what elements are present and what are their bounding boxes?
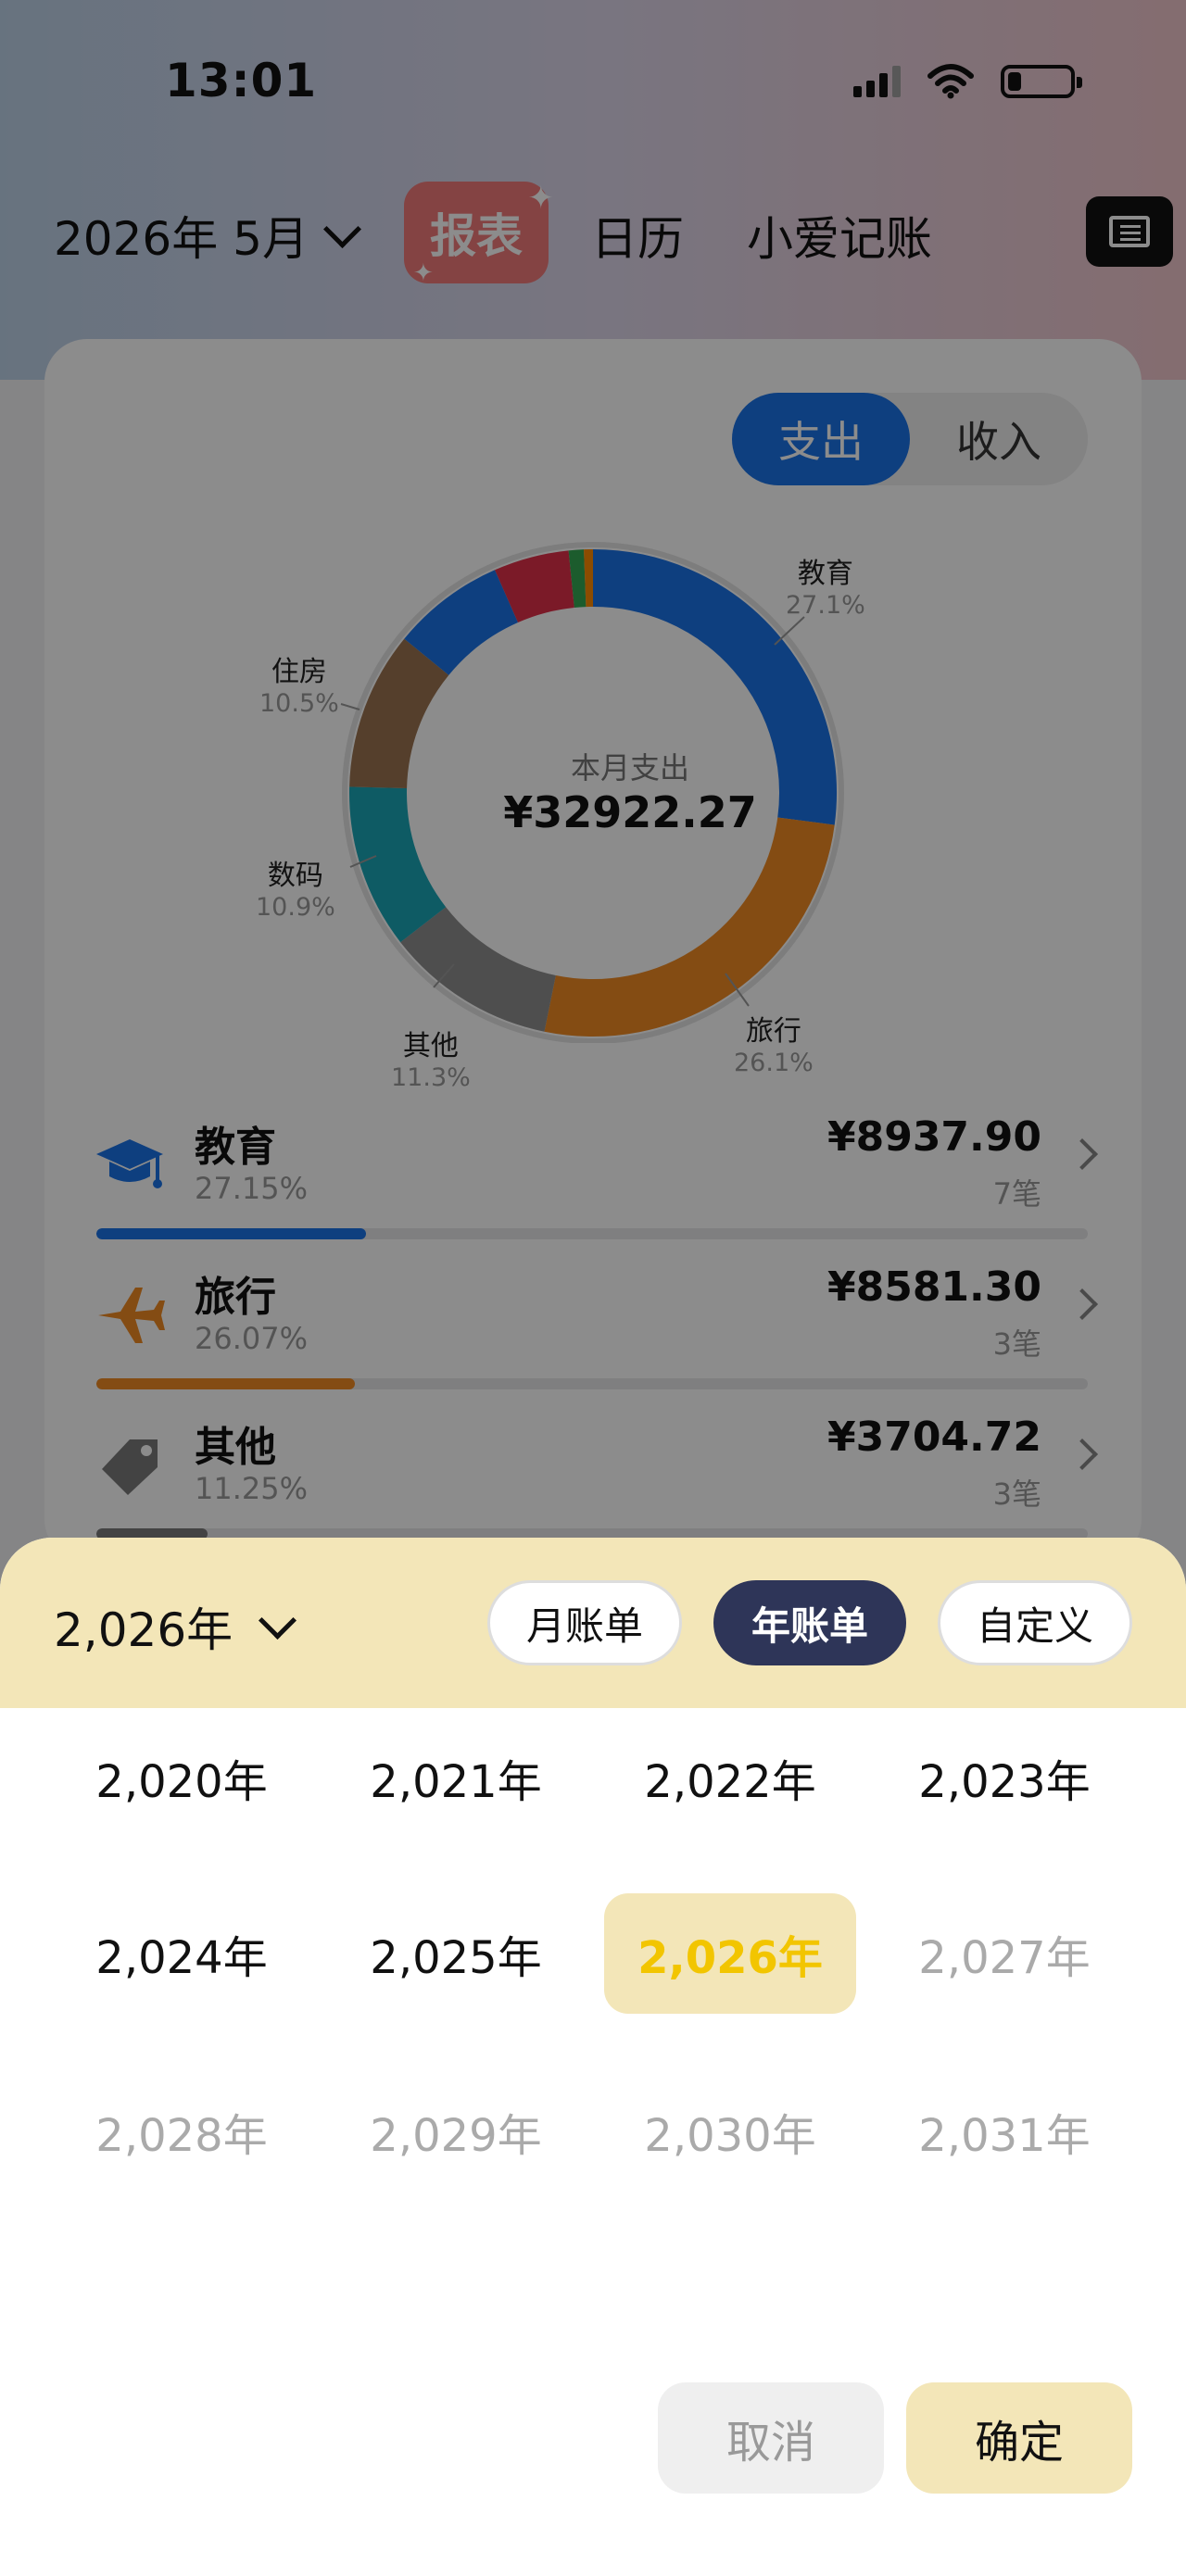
year-selector-label: 2,026年 [54, 1603, 233, 1657]
cancel-button[interactable]: 取消 [658, 2382, 884, 2494]
year-option[interactable]: 2,021年 [326, 1717, 586, 1838]
confirm-button[interactable]: 确定 [906, 2382, 1132, 2494]
year-option[interactable]: 2,023年 [875, 1717, 1134, 1838]
year-option-disabled: 2,028年 [95, 2110, 268, 2162]
custom-range-button[interactable]: 自定义 [938, 1580, 1132, 1665]
year-selector[interactable]: 2,026年 [54, 1593, 297, 1660]
year-option[interactable]: 2,024年 [52, 1893, 311, 2014]
year-option-disabled: 2,029年 [370, 2110, 542, 2162]
year-option-disabled: 2,030年 [644, 2110, 816, 2162]
year-option[interactable]: 2,025年 [326, 1893, 586, 2014]
chevron-down-icon [259, 1601, 297, 1640]
year-option-selected[interactable]: 2,026年 [604, 1893, 856, 2014]
yearly-bill-button[interactable]: 年账单 [713, 1580, 906, 1665]
year-option[interactable]: 2,022年 [600, 1717, 860, 1838]
year-option[interactable]: 2,020年 [52, 1717, 311, 1838]
year-option-disabled: 2,031年 [918, 2110, 1091, 2162]
year-option-disabled: 2,027年 [918, 1932, 1091, 1984]
year-picker-sheet: 2,026年 月账单 年账单 自定义 2,020年 2,021年 2,022年 … [0, 1538, 1186, 2576]
sheet-header: 2,026年 月账单 年账单 自定义 [0, 1538, 1186, 1708]
monthly-bill-button[interactable]: 月账单 [487, 1580, 682, 1665]
